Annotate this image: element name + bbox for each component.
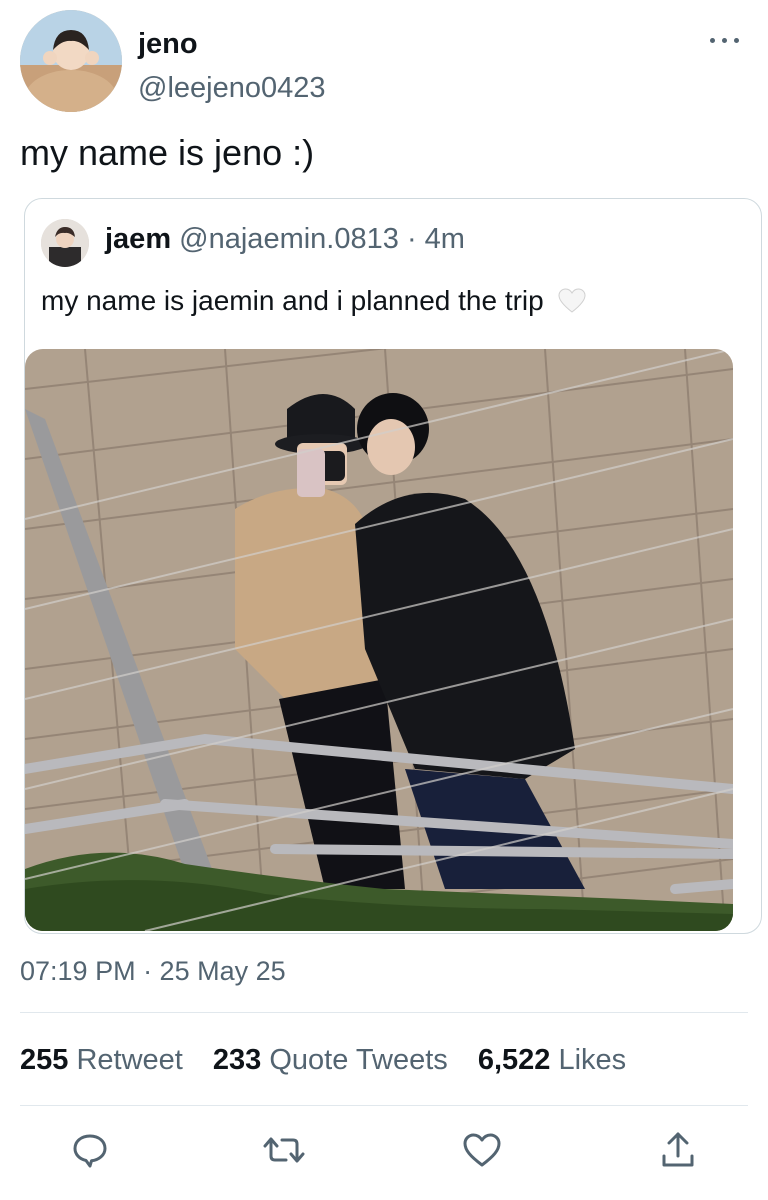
quoted-tweet-meta: jaem @najaemin.0813 · 4m (105, 223, 465, 256)
retweet-count[interactable]: 255 (20, 1044, 68, 1076)
tweet-stats: 255 Retweet 233 Quote Tweets 6,522 Likes (20, 1044, 648, 1077)
quoted-author-handle[interactable]: @najaemin.0813 (179, 223, 399, 255)
quoted-tweet-text-content: my name is jaemin and i planned the trip (41, 285, 544, 316)
tweet-timestamp[interactable]: 07:19 PM · 25 May 25 (20, 956, 286, 987)
quoted-tweet-time[interactable]: 4m (425, 223, 465, 255)
quoted-author-avatar[interactable] (41, 219, 89, 267)
retweet-label[interactable]: Retweet (76, 1044, 182, 1076)
reply-icon[interactable] (68, 1128, 112, 1172)
tweet-header: jeno @leejeno0423 (20, 10, 748, 114)
tweet-text: my name is jeno :) (20, 132, 315, 173)
white-heart-icon (557, 288, 586, 321)
divider (20, 1012, 748, 1013)
quoted-tweet-text: my name is jaemin and i planned the trip (41, 285, 586, 321)
tweet-actions (0, 1128, 768, 1178)
like-icon[interactable] (460, 1128, 504, 1172)
likes-count[interactable]: 6,522 (478, 1044, 551, 1076)
separator-dot: · (406, 223, 417, 255)
divider (20, 1105, 748, 1106)
quoted-tweet[interactable]: jaem @najaemin.0813 · 4m my name is jaem… (24, 198, 762, 934)
author-handle[interactable]: @leejeno0423 (138, 72, 325, 105)
quoted-tweet-photo[interactable] (25, 349, 733, 931)
quote-count[interactable]: 233 (213, 1044, 261, 1076)
likes-label[interactable]: Likes (558, 1044, 626, 1076)
retweet-icon[interactable] (262, 1128, 306, 1172)
author-name[interactable]: jeno (138, 28, 198, 61)
author-avatar[interactable] (20, 10, 122, 112)
quoted-author-name[interactable]: jaem (105, 223, 171, 255)
more-options-icon[interactable] (710, 32, 740, 48)
share-icon[interactable] (656, 1128, 700, 1172)
quote-label[interactable]: Quote Tweets (269, 1044, 447, 1076)
